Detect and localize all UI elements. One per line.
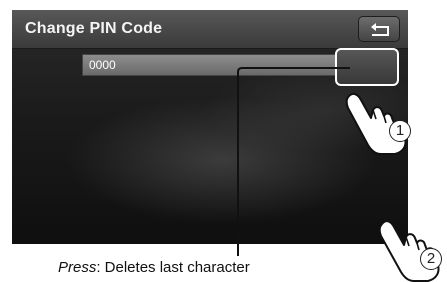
- pin-code-value: 0000: [89, 58, 116, 72]
- manual-illustration: Change PIN Code 0000 1 2 Press: Deletes …: [0, 0, 447, 282]
- title-bar: Change PIN Code: [12, 10, 408, 49]
- step-number-2: 2: [420, 248, 442, 270]
- back-button[interactable]: [358, 16, 400, 42]
- hand-pointer-icon: [378, 220, 440, 282]
- delete-button[interactable]: [335, 48, 399, 86]
- press-label: Press: [58, 259, 97, 276]
- step-number-1: 1: [389, 120, 411, 142]
- press-description: : Deletes last character: [96, 259, 250, 276]
- return-arrow-icon: [371, 23, 389, 36]
- callout-caption: Press: Deletes last character: [58, 259, 250, 276]
- screen-title: Change PIN Code: [25, 20, 163, 37]
